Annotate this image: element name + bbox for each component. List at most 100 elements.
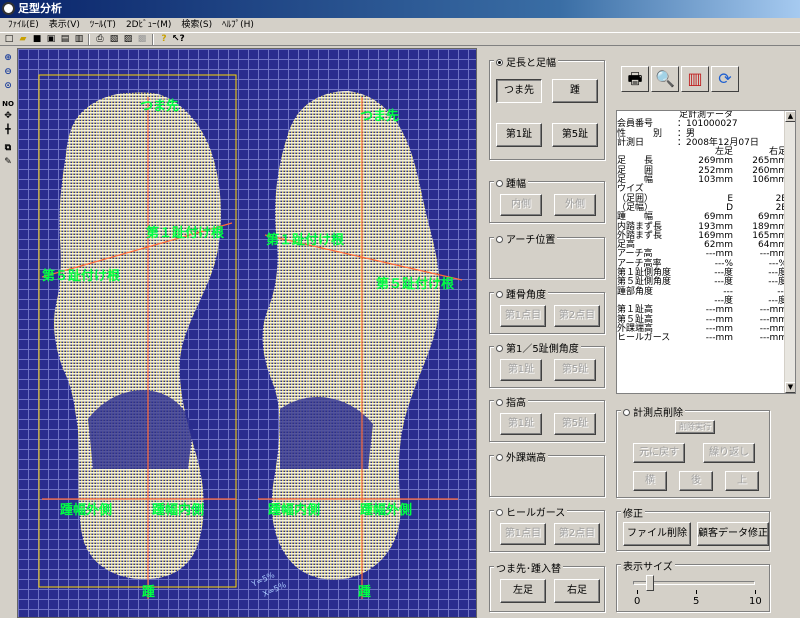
scan-icon[interactable]: ▥: [681, 66, 709, 92]
copy-icon[interactable]: ⧉: [2, 142, 14, 154]
foot-scan-viewer[interactable]: つま先 つま先 第１趾付け根 第１趾付け根 第５趾付け根 第５趾付け根 踵幅外側…: [17, 48, 477, 618]
move-icon[interactable]: ✥: [2, 110, 14, 122]
heel-inner-button[interactable]: 内側: [500, 194, 542, 216]
toolbar-separator: [88, 34, 90, 45]
edit-icon[interactable]: ✎: [2, 156, 14, 168]
malleolus-height-label: 外踝端高: [506, 453, 546, 464]
menu-file[interactable]: ﾌｧｲﾙ(E): [3, 18, 44, 32]
heel-girth-point1-button[interactable]: 第1点目: [500, 523, 546, 545]
open-icon[interactable]: ▰: [17, 34, 29, 45]
report-icon[interactable]: ▤: [59, 34, 71, 45]
toe-side-angle-radio[interactable]: [496, 344, 503, 352]
right-foot-value: 106mm: [752, 175, 787, 186]
heel-bone-angle-group: 踵骨角度 第1点目 第2点目: [489, 286, 605, 334]
slider-tick: [637, 590, 638, 594]
heel-girth-group: ヒールガース 第1点目 第2点目: [489, 504, 605, 552]
measure-point-panel: 足長と足幅 つま先 踵 第1趾 第5趾 踵幅 内側 外側 アーチ位置 踵骨角度 …: [483, 48, 610, 618]
toe-angle-fifth-button[interactable]: 第5趾: [554, 359, 596, 381]
save-as-icon[interactable]: ▣: [45, 34, 57, 45]
slider-min-label: 0: [634, 596, 641, 607]
lateral-button[interactable]: 横: [633, 471, 667, 491]
heel-bone-point2-button[interactable]: 第2点目: [554, 305, 600, 327]
heel-point-button[interactable]: 踵: [552, 79, 598, 103]
toe-height-fifth-button[interactable]: 第5趾: [554, 413, 596, 435]
menu-help[interactable]: ﾍﾙﾌﾟ(H): [217, 18, 259, 32]
help-icon[interactable]: ?: [158, 34, 170, 45]
heel-girth-radio[interactable]: [496, 508, 503, 516]
toe-point-button[interactable]: つま先: [496, 79, 542, 103]
arch-position-group: アーチ位置: [489, 231, 605, 279]
left-foot-value: 103mm: [698, 175, 733, 186]
print-icon[interactable]: ⎙: [94, 34, 106, 45]
print-preview-icon[interactable]: ▧: [108, 34, 120, 45]
heel-width-radio[interactable]: [496, 179, 503, 187]
left-mp5-label: 第５趾付け根: [42, 269, 121, 284]
heel-bone-angle-radio[interactable]: [496, 290, 503, 298]
fix-label: 修正: [623, 509, 643, 520]
point-delete-radio[interactable]: [623, 408, 630, 416]
back-button[interactable]: 後: [679, 471, 713, 491]
foot-length-width-radio[interactable]: [496, 58, 503, 66]
redo-button[interactable]: 繰り返し: [703, 443, 755, 463]
menu-2d-view[interactable]: 2Dﾋﾞｭｰ(M): [121, 18, 176, 32]
swap-left-foot-button[interactable]: 左足: [500, 579, 546, 603]
disabled-icon: ▩: [137, 34, 147, 44]
fifth-toe-button[interactable]: 第5趾: [552, 123, 598, 147]
heel-girth-point2-button[interactable]: 第2点目: [554, 523, 600, 545]
export-icon[interactable]: ▥: [73, 34, 85, 45]
slider-tick: [696, 590, 697, 594]
zoom-in-icon[interactable]: ⊕: [2, 52, 14, 64]
heel-outer-button[interactable]: 外側: [554, 194, 596, 216]
menu-tools[interactable]: ﾂｰﾙ(T): [85, 18, 121, 32]
right-foot-value: ---mm: [759, 333, 787, 344]
right-mp5-label: 第５趾付け根: [376, 277, 455, 292]
foot-length-width-group: 足長と足幅 つま先 踵 第1趾 第5趾: [489, 54, 605, 160]
menu-view[interactable]: 表示(V): [44, 18, 85, 32]
page-setup-icon[interactable]: ▨: [122, 34, 134, 45]
toolbar: □ ▰ ■ ▣ ▤ ▥ ⎙ ▧ ▨ ▩ ? ↖?: [0, 32, 800, 46]
preview-icon[interactable]: 🔍: [651, 66, 679, 92]
heel-width-label: 踵幅: [506, 179, 526, 190]
print-icon[interactable]: 🖶: [621, 66, 649, 92]
toe-angle-first-button[interactable]: 第1趾: [500, 359, 542, 381]
display-size-slider-thumb[interactable]: [645, 575, 654, 591]
measurement-data-list[interactable]: 足計測データ 会員番号 ：101000027 性 別：男 計測日 ：2008年12月…: [616, 110, 796, 394]
point-delete-group: 計測点削除 削除実行 元に戻す 繰り返し 横 後 上: [616, 404, 770, 498]
toe-side-angle-group: 第1／5趾側角度 第1趾 第5趾: [489, 340, 605, 388]
data-scrollbar[interactable]: ▲ ▼: [784, 111, 795, 393]
delete-file-button[interactable]: ファイル削除: [623, 522, 691, 546]
malleolus-height-radio[interactable]: [496, 453, 503, 461]
zoom-out-icon[interactable]: ⊖: [2, 66, 14, 78]
menu-search[interactable]: 検索(S): [176, 18, 217, 32]
left-foot-value: E: [727, 193, 733, 204]
save-icon[interactable]: ■: [31, 34, 43, 45]
left-tool-palette: ⊕ ⊖ ⊙ NO ✥ ╋ ⧉ ✎: [0, 48, 16, 618]
no-label[interactable]: NO: [2, 98, 14, 110]
left-foot-value: [677, 185, 733, 194]
crosshair-icon[interactable]: ╋: [2, 124, 14, 136]
zoom-fit-icon[interactable]: ⊙: [2, 80, 14, 92]
right-heel-label: 踵: [358, 585, 372, 600]
undo-button[interactable]: 元に戻す: [633, 443, 685, 463]
heel-bone-point1-button[interactable]: 第1点目: [500, 305, 546, 327]
foot-length-width-label: 足長と足幅: [506, 58, 556, 69]
toe-height-radio[interactable]: [496, 398, 503, 406]
arch-position-radio[interactable]: [496, 235, 503, 243]
toe-height-first-button[interactable]: 第1趾: [500, 413, 542, 435]
edit-customer-button[interactable]: 顧客データ修正: [697, 522, 769, 546]
display-size-slider[interactable]: [633, 575, 755, 591]
first-toe-button[interactable]: 第1趾: [496, 123, 542, 147]
scroll-up-icon[interactable]: ▲: [785, 111, 795, 122]
toe-heel-swap-group: つま先･踵入替 左足 右足: [489, 560, 605, 612]
new-icon[interactable]: □: [3, 34, 15, 45]
fix-group: 修正 ファイル削除 顧客データ修正: [616, 505, 770, 551]
toolbar-separator: [152, 34, 154, 45]
foot-scan-canvas: [38, 74, 463, 599]
context-help-icon[interactable]: ↖?: [172, 34, 185, 45]
swap-right-foot-button[interactable]: 右足: [554, 579, 600, 603]
right-toe-label: つま先: [360, 109, 400, 124]
scroll-down-icon[interactable]: ▼: [785, 382, 795, 393]
top-button[interactable]: 上: [725, 471, 759, 491]
refresh-icon[interactable]: ⟳: [711, 66, 739, 92]
delete-exec-button[interactable]: 削除実行: [675, 420, 715, 434]
